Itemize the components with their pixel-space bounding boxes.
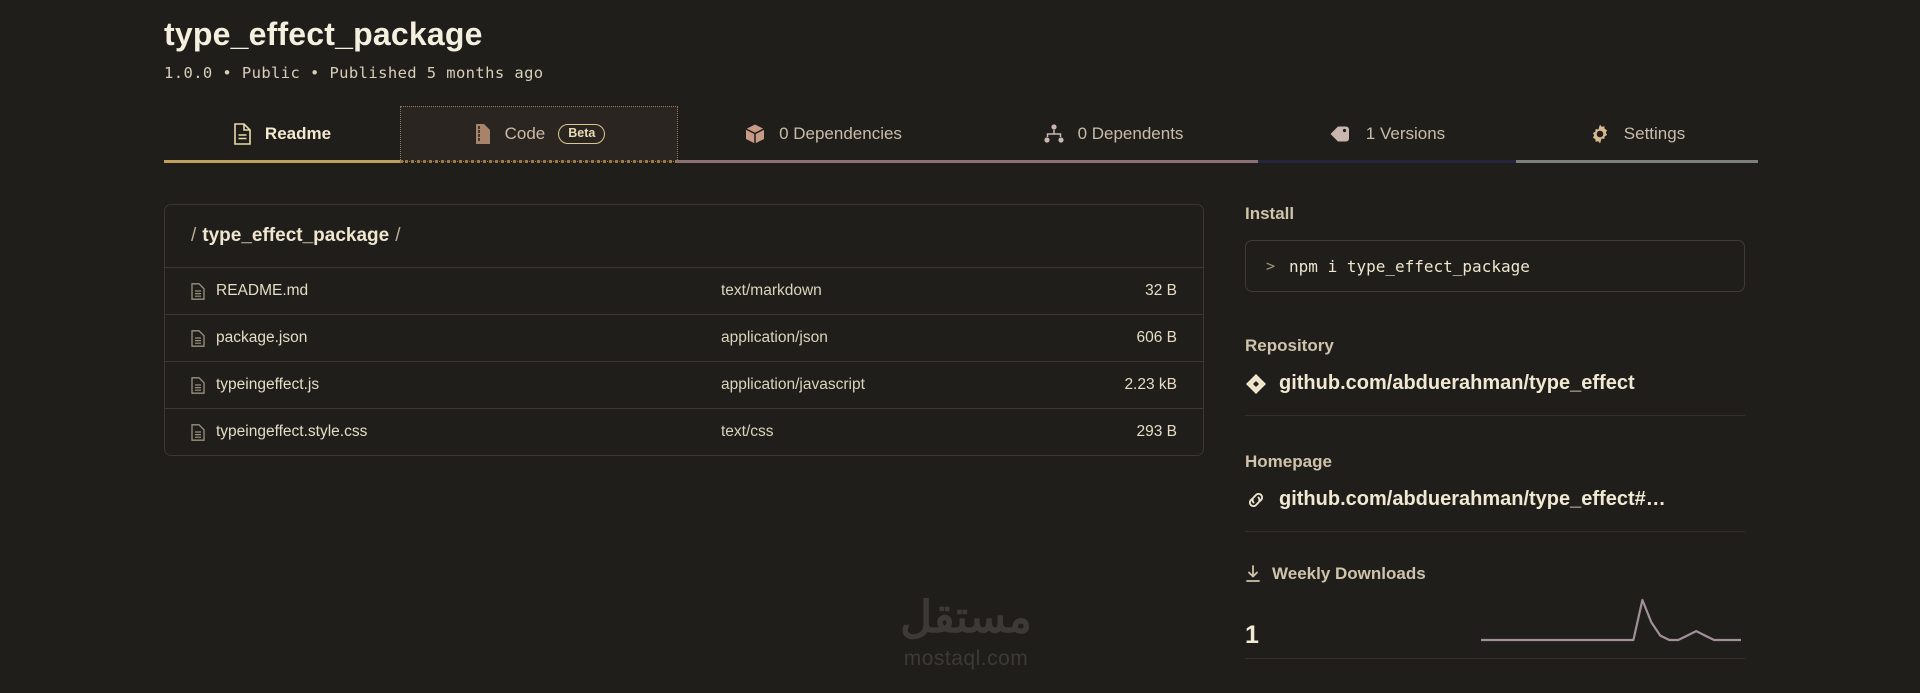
file-size: 2.23 kB: [1124, 376, 1177, 393]
package-meta: 1.0.0 • Public • Published 5 months ago: [164, 64, 544, 82]
table-row[interactable]: typeingeffect.style.css text/css 293 B: [165, 408, 1203, 455]
file-type: text/css: [721, 423, 774, 440]
install-title: Install: [1245, 204, 1295, 223]
sidebar: Install > npm i type_effect_package Repo…: [1245, 204, 1745, 659]
tab-dependents[interactable]: 0 Dependents: [968, 106, 1258, 162]
code-file-icon: [473, 123, 492, 145]
tab-readme-label: Readme: [264, 124, 332, 143]
homepage-link-text: github.com/abduerahman/type_effect#…: [1279, 488, 1666, 510]
repository-link-text: github.com/abduerahman/type_effect: [1279, 372, 1635, 394]
tab-readme[interactable]: Readme: [164, 106, 400, 162]
install-command-box[interactable]: > npm i type_effect_package: [1245, 240, 1745, 292]
tab-underline-middle: [678, 160, 1258, 163]
weekly-downloads-body: 1: [1245, 596, 1745, 659]
file-icon: [191, 329, 205, 347]
weekly-downloads-header: Weekly Downloads: [1245, 564, 1745, 584]
downloads-sparkline: [1481, 598, 1741, 642]
download-icon: [1245, 565, 1261, 583]
table-row[interactable]: README.md text/markdown 32 B: [165, 267, 1203, 314]
link-chain-icon: [1245, 489, 1267, 511]
breadcrumb-suffix: /: [395, 225, 401, 246]
tab-underline-settings: [1516, 160, 1758, 163]
file-size: 606 B: [1136, 329, 1177, 346]
tab-code[interactable]: Code Beta: [400, 106, 678, 162]
file-name: package.json: [216, 329, 308, 346]
repository-section: Repository github.com/abduerahman/type_e…: [1245, 336, 1745, 416]
tab-settings[interactable]: Settings: [1516, 106, 1758, 162]
breadcrumb: / type_effect_package /: [165, 205, 1203, 267]
file-name: typeingeffect.style.css: [216, 423, 368, 440]
file-name: README.md: [216, 282, 309, 299]
weekly-downloads-title: Weekly Downloads: [1272, 564, 1426, 583]
file-type: application/json: [721, 329, 828, 346]
document-icon: [233, 123, 252, 145]
tab-versions-label: 1 Versions: [1365, 124, 1446, 143]
beta-badge: Beta: [558, 124, 606, 144]
homepage-title: Homepage: [1245, 452, 1332, 471]
file-size: 293 B: [1136, 423, 1177, 440]
install-command: npm i type_effect_package: [1289, 256, 1530, 276]
breadcrumb-package-name[interactable]: type_effect_package: [202, 225, 389, 247]
package-box-icon: [744, 123, 766, 145]
tab-underline-code: [400, 160, 678, 163]
dependents-icon: [1043, 123, 1065, 145]
repository-link[interactable]: github.com/abduerahman/type_effect: [1245, 372, 1745, 395]
file-icon: [191, 282, 205, 300]
tab-versions[interactable]: 1 Versions: [1258, 106, 1516, 162]
tab-underline: [164, 160, 1758, 163]
tab-code-label: Code: [504, 124, 546, 143]
chevron-right-icon: >: [1266, 257, 1276, 275]
file-type: application/javascript: [721, 376, 865, 393]
tab-dependents-label: 0 Dependents: [1077, 124, 1184, 143]
file-name: typeingeffect.js: [216, 376, 320, 393]
file-browser-panel: / type_effect_package / README.md text/m…: [164, 204, 1204, 456]
gear-icon: [1589, 123, 1611, 145]
homepage-section: Homepage github.com/abduerahman/type_eff…: [1245, 452, 1745, 532]
repository-title: Repository: [1245, 336, 1334, 355]
watermark: مستقل mostaql.com: [866, 593, 1066, 671]
tab-underline-versions: [1258, 160, 1516, 163]
table-row[interactable]: package.json application/json 606 B: [165, 314, 1203, 361]
page-title: type_effect_package: [164, 16, 483, 52]
watermark-arabic: مستقل: [900, 593, 1032, 642]
weekly-downloads-count: 1: [1245, 621, 1259, 649]
watermark-latin: mostaql.com: [903, 647, 1029, 671]
tab-underline-readme: [164, 160, 400, 163]
table-row[interactable]: typeingeffect.js application/javascript …: [165, 361, 1203, 408]
tab-dependencies-label: 0 Dependencies: [779, 124, 902, 143]
file-icon: [191, 423, 205, 441]
tab-settings-label: Settings: [1623, 124, 1686, 143]
page-header: type_effect_package 1.0.0 • Public • Pub…: [0, 0, 1920, 82]
breadcrumb-prefix: /: [191, 225, 197, 246]
file-size: 32 B: [1145, 282, 1177, 299]
homepage-link[interactable]: github.com/abduerahman/type_effect#…: [1245, 488, 1745, 511]
tag-icon: [1329, 124, 1353, 144]
file-type: text/markdown: [721, 282, 822, 299]
tab-dependencies[interactable]: 0 Dependencies: [678, 106, 968, 162]
file-icon: [191, 376, 205, 394]
github-icon: [1245, 373, 1267, 395]
tab-bar: Readme Code Beta 0 Dependencies 0 Depend…: [164, 106, 1758, 163]
npm-package-page: type_effect_package 1.0.0 • Public • Pub…: [0, 0, 1920, 693]
